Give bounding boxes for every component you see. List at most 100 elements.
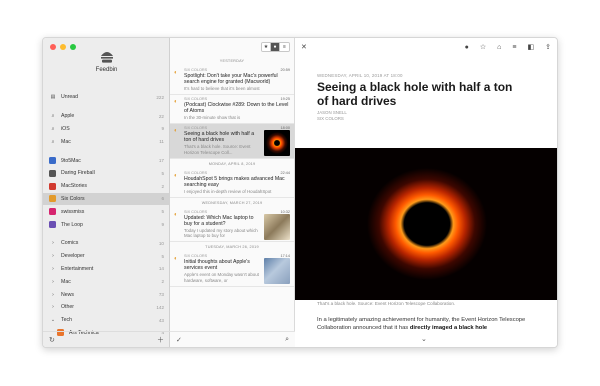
entry-list: YESTERDAY ◐ SIX COLORS 20:59 Spotlight: Don'… — [170, 56, 294, 287]
six-colors-feed-icon: ◐ — [174, 212, 178, 219]
sidebar-item-developer[interactable]: › Developer 5 — [43, 250, 170, 263]
entry-source: SIX COLORS — [184, 126, 208, 131]
unread-count: 6 — [161, 196, 164, 202]
search-icon: ⌕ — [51, 125, 55, 132]
sidebar-item-macstories[interactable]: MacStories 2 — [43, 180, 170, 193]
sidebar-item-mac[interactable]: › Mac 2 — [43, 275, 170, 288]
entry-item[interactable]: ◐ SIX COLORS 17:14 Initial thoughts about A… — [170, 252, 294, 287]
mark-all-read-icon[interactable]: ✓ — [176, 336, 182, 344]
all-filter-button[interactable]: ≡ — [280, 43, 289, 51]
unread-count: 43 — [158, 317, 164, 323]
chevron-right-icon: › — [52, 304, 54, 311]
black-hole-image — [295, 148, 557, 300]
six-colors-feed-icon: ◐ — [174, 99, 178, 106]
entry-item[interactable]: ◐ SIX COLORS 10:32 Updated: Which Mac lapto… — [170, 208, 294, 243]
sidebar-item-label: News — [61, 291, 74, 298]
feed-name: SIX COLORS — [317, 115, 344, 121]
entry-meta: SIX COLORS 22:44 — [184, 171, 290, 175]
sidebar-item-unread[interactable]: ▤ Unread 222 — [43, 91, 170, 104]
article-body-link[interactable]: directly imaged a black hole — [410, 325, 487, 331]
entry-list-column: ★ ● ≡ YESTERDAY ◐ SIX COLORS 20:59 Spotlight: … — [170, 38, 295, 347]
sidebar-item-tech[interactable]: ⌄ Tech 43 — [43, 314, 170, 327]
unread-count: 10 — [158, 240, 164, 246]
scroll-down-chevron-icon[interactable]: ⌄ — [421, 335, 427, 343]
sidebar-item-label: The Loop — [61, 221, 83, 228]
unread-dot-icon[interactable]: ● — [465, 44, 469, 51]
filter-segmented-control: ★ ● ≡ — [261, 42, 290, 52]
sidebar-item-label: swissmiss — [61, 208, 85, 215]
entry-summary: It's hard to believe that it's been almo… — [184, 86, 260, 91]
entry-source: SIX COLORS — [184, 170, 208, 175]
sidebar-item-label: Other — [61, 304, 74, 311]
sidebar-item-swissmiss[interactable]: swissmiss 5 — [43, 205, 170, 218]
unread-count: 73 — [158, 292, 164, 298]
six-colors-feed-icon: ◐ — [174, 70, 178, 76]
unread-count: 11 — [159, 139, 164, 145]
entry-title: Seeing a black hole with half a ton of h… — [184, 131, 255, 144]
reader-view-icon[interactable]: ◧ — [528, 43, 535, 51]
six-colors-feed-icon: ◐ — [174, 128, 178, 135]
close-icon[interactable]: ✕ — [301, 43, 321, 51]
sidebar-item-label: Unread — [61, 94, 79, 101]
sidebar-item-six-colors[interactable]: Six Colors 6 — [43, 192, 170, 206]
entry-time: 22:44 — [280, 170, 290, 175]
entry-item[interactable]: ◐ SIX COLORS 18:00 Seeing a black hole with… — [170, 124, 294, 159]
chevron-right-icon: › — [52, 291, 54, 298]
sidebar-item-apple[interactable]: ⌕ Apple 22 — [43, 110, 170, 123]
search-icon[interactable]: ⌕ — [285, 336, 289, 344]
sidebar-item-daring-fireball[interactable]: Daring Fireball 5 — [43, 167, 170, 180]
list-toolbar: ★ ● ≡ — [170, 38, 294, 56]
chevron-right-icon: › — [52, 253, 54, 260]
chevron-right-icon: › — [52, 265, 54, 272]
tag-icon[interactable]: ⌂ — [497, 44, 501, 51]
sidebar-item-label: MacStories — [61, 183, 87, 190]
refresh-icon[interactable]: ↻ — [49, 336, 55, 344]
article-author: JASON SNELL SIX COLORS — [317, 110, 347, 121]
entry-item[interactable]: ◐ SIX COLORS 22:44 HoudahSpot 5 brings make… — [170, 169, 294, 199]
entry-summary: That's a black hole. Source: Event Horiz… — [184, 144, 251, 155]
zoom-window-button[interactable] — [70, 44, 76, 50]
feedbin-logo-icon — [101, 52, 113, 63]
reader-toolbar: ✕ ● ☆ ⌂ ≡ ◧ ⇪ — [295, 38, 557, 56]
unread-filter-button[interactable]: ● — [271, 43, 280, 51]
text-format-icon[interactable]: ≡ — [512, 44, 516, 51]
sidebar-item-mac[interactable]: ⌕ Mac 11 — [43, 135, 170, 148]
sidebar-item-comics[interactable]: › Comics 10 — [43, 237, 170, 250]
sidebar-item-news[interactable]: › News 73 — [43, 288, 170, 301]
six-colors-feed-icon: ◐ — [174, 256, 178, 263]
date-header: YESTERDAY — [219, 59, 245, 63]
sidebar-footer: ↻ ＋ — [43, 331, 170, 347]
entry-source: SIX COLORS — [184, 254, 208, 259]
sidebar-item-the-loop[interactable]: The Loop 9 — [43, 218, 170, 231]
entry-item[interactable]: ◐ SIX COLORS 19:25 (Podcast) Clockwise #289… — [170, 95, 294, 125]
entry-title: (Podcast) Clockwise #289: Down to the Le… — [184, 102, 289, 115]
date-header: MONDAY, APRIL 8, 2019 — [208, 161, 256, 166]
sidebar-item-9to5mac[interactable]: 9to5Mac 17 — [43, 154, 170, 167]
feed-icon-9to5mac — [49, 157, 56, 165]
entry-summary: I enjoyed this in-depth review of Houdah… — [184, 188, 272, 194]
unread-count: 2 — [161, 279, 164, 285]
starred-filter-button[interactable]: ★ — [262, 43, 271, 51]
chevron-down-icon: ⌄ — [50, 317, 56, 324]
sidebar-item-label: Tech — [61, 317, 72, 324]
entry-item[interactable]: ◐ SIX COLORS 20:59 Spotlight: Don't take yo… — [170, 66, 294, 96]
feed-icon-the-loop — [49, 221, 56, 229]
close-window-button[interactable] — [50, 44, 56, 50]
list-footer: ✓ ⌕ — [170, 331, 295, 347]
sidebar-item-entertainment[interactable]: › Entertainment 14 — [43, 263, 170, 276]
star-icon[interactable]: ☆ — [480, 43, 486, 51]
sidebar-item-other[interactable]: › Other 142 — [43, 301, 170, 314]
window-controls — [50, 44, 76, 50]
unread-count: 5 — [161, 253, 164, 259]
add-feed-icon[interactable]: ＋ — [157, 335, 164, 345]
entry-thumbnail — [264, 214, 290, 241]
minimize-window-button[interactable] — [60, 44, 66, 50]
unread-count: 9 — [161, 222, 164, 228]
image-caption: That's a black hole. Source: Event Horiz… — [317, 301, 456, 306]
share-icon[interactable]: ⇪ — [545, 43, 551, 51]
sidebar-item-ios[interactable]: ⌕ iOS 9 — [43, 123, 170, 136]
unread-count: 14 — [158, 266, 164, 272]
unread-count: 22 — [158, 113, 164, 119]
entry-meta: SIX COLORS 19:25 — [184, 97, 290, 101]
author-name: JASON SNELL — [317, 110, 347, 115]
